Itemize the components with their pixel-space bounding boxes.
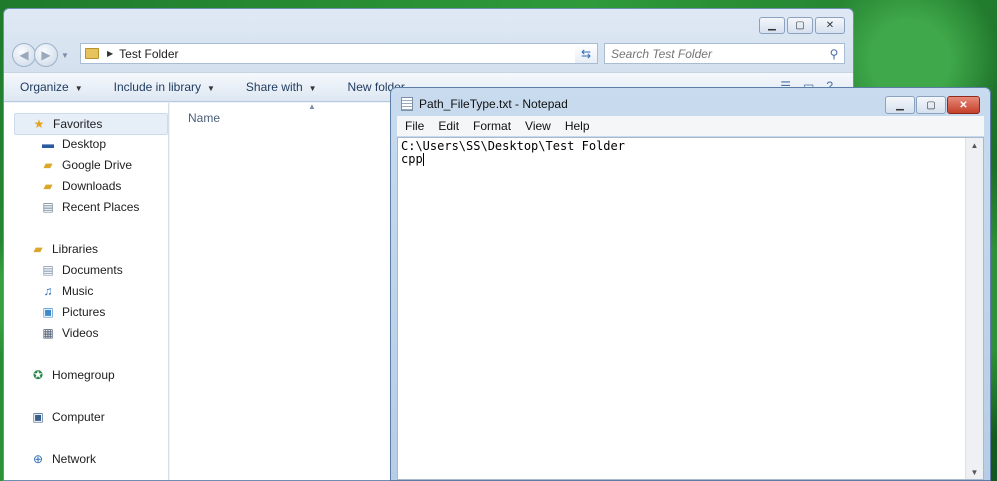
favorites-label: Favorites: [53, 117, 103, 131]
close-button[interactable]: ✕: [815, 17, 845, 34]
minimize-button[interactable]: ▁: [759, 17, 785, 34]
downloads-folder-icon: ▰: [43, 179, 53, 193]
maximize-icon: ▢: [926, 99, 936, 111]
name-column-header[interactable]: Name: [188, 111, 220, 125]
sidebar-item-computer[interactable]: ▣ Computer: [30, 410, 105, 424]
scroll-down-icon[interactable]: ▼: [966, 468, 983, 477]
refresh-icon: ⇆: [580, 46, 592, 61]
sidebar-item-videos[interactable]: ▦ Videos: [40, 326, 98, 340]
music-icon: ♫: [43, 284, 53, 298]
computer-icon: ▣: [32, 410, 44, 424]
forward-arrow-icon: ▶: [41, 48, 51, 62]
notepad-title: Path_FileType.txt - Notepad: [419, 97, 568, 111]
folder-icon: [85, 48, 99, 59]
videos-icon: ▦: [42, 326, 54, 340]
share-with-button[interactable]: Share with ▼: [246, 80, 317, 94]
breadcrumb[interactable]: Test Folder: [119, 47, 582, 61]
notepad-text[interactable]: C:\Users\SS\Desktop\Test Folder cpp: [401, 140, 625, 166]
chevron-down-icon: ▼: [74, 84, 83, 93]
back-arrow-icon: ◀: [19, 48, 29, 62]
notepad-text-area[interactable]: C:\Users\SS\Desktop\Test Folder cpp ▲ ▼: [397, 137, 984, 480]
minimize-icon: ▁: [896, 99, 904, 111]
explorer-caption-buttons: ▁ ▢ ✕: [759, 17, 845, 34]
text-line-1: C:\Users\SS\Desktop\Test Folder: [401, 139, 625, 153]
documents-icon: ▤: [42, 263, 54, 277]
notepad-maximize-button[interactable]: ▢: [916, 96, 946, 114]
libraries-icon: ▰: [33, 242, 43, 256]
sidebar-item-recent-places[interactable]: ▤ Recent Places: [40, 200, 139, 214]
network-icon: ⊕: [32, 452, 44, 466]
music-label: Music: [62, 284, 94, 298]
sidebar-item-network[interactable]: ⊕ Network: [30, 452, 96, 466]
close-icon: ✕: [825, 20, 835, 31]
videos-label: Videos: [62, 326, 99, 340]
sidebar-item-documents[interactable]: ▤ Documents: [40, 263, 123, 277]
text-line-2: cpp: [401, 152, 423, 166]
libraries-label: Libraries: [52, 242, 99, 256]
notepad-window: Path_FileType.txt - Notepad ▁ ▢ ✕ File E…: [390, 87, 991, 481]
menu-format[interactable]: Format: [473, 119, 511, 133]
chevron-down-icon: ▼: [308, 84, 317, 93]
notepad-caption-buttons: ▁ ▢ ✕: [885, 96, 980, 114]
maximize-icon: ▢: [795, 20, 805, 31]
menu-edit[interactable]: Edit: [438, 119, 459, 133]
organize-label: Organize: [20, 80, 69, 94]
breadcrumb-separator-icon[interactable]: ▶: [107, 49, 113, 58]
address-bar[interactable]: ▶ Test Folder ▼: [80, 43, 598, 64]
sidebar-item-pictures[interactable]: ▣ Pictures: [40, 305, 105, 319]
notepad-title-bar[interactable]: Path_FileType.txt - Notepad: [401, 97, 568, 111]
organize-button[interactable]: Organize ▼: [20, 80, 83, 94]
desktop-label: Desktop: [62, 137, 107, 151]
recent-places-label: Recent Places: [62, 200, 140, 214]
google-drive-folder-icon: ▰: [43, 158, 53, 172]
search-icon[interactable]: ⚲: [824, 47, 844, 61]
history-buttons: ◀ ▶ ▼: [12, 43, 69, 67]
back-button[interactable]: ◀: [12, 43, 36, 67]
scroll-up-icon[interactable]: ▲: [966, 141, 983, 150]
sidebar-item-desktop[interactable]: ▬ Desktop: [40, 137, 106, 151]
pictures-label: Pictures: [62, 305, 106, 319]
chevron-down-icon: ▼: [207, 84, 215, 93]
navigation-pane: ★ Favorites ▬ Desktop ▰ Google Drive ▰ D…: [4, 103, 169, 480]
maximize-button[interactable]: ▢: [787, 17, 813, 34]
documents-label: Documents: [62, 263, 123, 277]
recent-pages-dropdown-icon[interactable]: ▼: [61, 51, 69, 60]
sort-ascending-icon: ▲: [308, 102, 316, 111]
forward-button[interactable]: ▶: [34, 43, 58, 67]
sidebar-item-downloads[interactable]: ▰ Downloads: [40, 179, 121, 193]
include-in-library-label: Include in library: [113, 80, 201, 94]
vertical-scrollbar[interactable]: ▲ ▼: [965, 138, 983, 479]
notepad-minimize-button[interactable]: ▁: [885, 96, 915, 114]
menu-view[interactable]: View: [525, 119, 551, 133]
text-caret: [422, 153, 424, 166]
sidebar-item-google-drive[interactable]: ▰ Google Drive: [40, 158, 132, 172]
recent-places-icon: ▤: [42, 200, 54, 214]
notepad-close-button[interactable]: ✕: [947, 96, 980, 114]
downloads-label: Downloads: [62, 179, 122, 193]
search-box[interactable]: ⚲: [604, 43, 845, 64]
menu-help[interactable]: Help: [565, 119, 590, 133]
pictures-icon: ▣: [42, 305, 54, 319]
close-icon: ✕: [959, 99, 968, 111]
desktop-icon: ▬: [42, 137, 54, 151]
computer-label: Computer: [52, 410, 105, 424]
sidebar-item-homegroup[interactable]: ✪ Homegroup: [30, 368, 115, 382]
notepad-document-icon: [401, 97, 413, 111]
menu-file[interactable]: File: [405, 119, 424, 133]
sidebar-item-music[interactable]: ♫ Music: [40, 284, 94, 298]
share-with-label: Share with: [245, 80, 303, 94]
network-label: Network: [52, 452, 97, 466]
search-input[interactable]: [605, 44, 824, 63]
minimize-icon: ▁: [768, 20, 776, 31]
homegroup-icon: ✪: [32, 368, 44, 382]
homegroup-label: Homegroup: [52, 368, 115, 382]
notepad-menu-bar: File Edit Format View Help: [397, 116, 984, 136]
sidebar-item-libraries[interactable]: ▰ Libraries: [30, 242, 98, 256]
refresh-button[interactable]: ⇆: [575, 43, 598, 64]
include-in-library-button[interactable]: Include in library ▼: [114, 80, 215, 94]
star-icon: ★: [33, 117, 45, 131]
sidebar-item-favorites[interactable]: ★ Favorites: [14, 113, 168, 135]
google-drive-label: Google Drive: [62, 158, 133, 172]
